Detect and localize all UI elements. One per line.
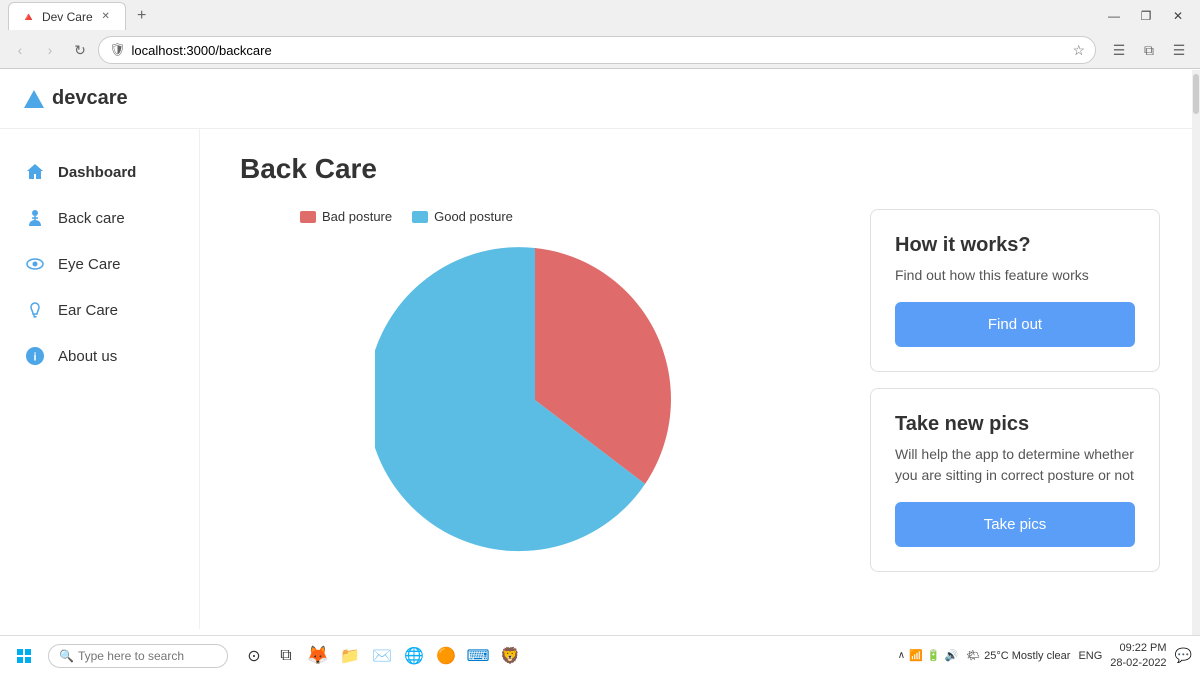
weather-widget[interactable]: 🌤 25°C Mostly clear: [966, 649, 1070, 662]
sidebar-item-backcare[interactable]: Back care: [0, 195, 199, 241]
lang-indicator[interactable]: ENG: [1078, 650, 1102, 662]
right-panel: How it works? Find out how this feature …: [870, 209, 1160, 572]
system-tray: ∧ 📶 🔋 🔊: [898, 649, 958, 662]
sidebar-label-earcare: Ear Care: [58, 302, 118, 319]
search-icon: 🔍: [59, 649, 74, 663]
sidebar-label-dashboard: Dashboard: [58, 164, 136, 181]
legend-good-posture-label: Good posture: [434, 209, 513, 224]
forward-button[interactable]: ›: [38, 38, 62, 62]
take-pics-button[interactable]: Take pics: [895, 502, 1135, 547]
browser-titlebar: 🔺 Dev Care ✕ + — ❐ ✕: [0, 0, 1200, 32]
browser-chrome: 🔺 Dev Care ✕ + — ❐ ✕ ‹ › ↻ 🛡 ☆ ☰ ⧉ ☰: [0, 0, 1200, 69]
browser-tab[interactable]: 🔺 Dev Care ✕: [8, 2, 126, 30]
how-it-works-title: How it works?: [895, 234, 1135, 257]
logo: devcare: [24, 87, 128, 110]
tab-title: Dev Care: [42, 10, 93, 24]
take-pics-card: Take new pics Will help the app to deter…: [870, 388, 1160, 572]
eye-icon: [24, 253, 46, 275]
cortana-icon[interactable]: ⊙: [240, 642, 268, 670]
scrollbar[interactable]: [1192, 70, 1200, 635]
chart-legend: Bad posture Good posture: [240, 209, 830, 224]
weather-text: 25°C Mostly clear: [984, 650, 1070, 662]
sidebar-item-about[interactable]: i About us: [0, 333, 199, 379]
pie-chart-wrapper: [240, 240, 830, 560]
legend-bad-posture-label: Bad posture: [322, 209, 392, 224]
start-button[interactable]: [8, 640, 40, 672]
ear-icon: [24, 299, 46, 321]
how-it-works-card: How it works? Find out how this feature …: [870, 209, 1160, 372]
network-icon[interactable]: 📶: [909, 649, 923, 662]
taskbar-search[interactable]: 🔍: [48, 644, 228, 668]
main-content: Back Care Bad posture Good posture: [200, 129, 1200, 629]
legend-bad-posture: Bad posture: [300, 209, 392, 224]
take-pics-title: Take new pics: [895, 413, 1135, 436]
office-icon[interactable]: 🟠: [432, 642, 460, 670]
address-bar-container[interactable]: 🛡 ☆: [98, 36, 1096, 64]
sidebar: Dashboard Back care: [0, 129, 200, 629]
bad-posture-swatch: [300, 211, 316, 223]
bookmarks-icon[interactable]: ☰: [1106, 37, 1132, 63]
close-button[interactable]: ✕: [1164, 6, 1192, 26]
weather-icon: 🌤: [966, 649, 980, 662]
back-button[interactable]: ‹: [8, 38, 32, 62]
app-wrapper: devcare Dashboard: [0, 69, 1200, 629]
edge-icon[interactable]: 🌐: [400, 642, 428, 670]
clock[interactable]: 09:22 PM 28-02-2022: [1110, 641, 1166, 670]
app-header: devcare: [0, 69, 1200, 129]
restore-button[interactable]: ❐: [1132, 6, 1160, 26]
firefox-icon[interactable]: 🦊: [304, 642, 332, 670]
logo-triangle-icon: [24, 90, 44, 108]
time-display: 09:22 PM: [1110, 641, 1166, 655]
mail-icon[interactable]: ✉️: [368, 642, 396, 670]
how-it-works-desc: Find out how this feature works: [895, 265, 1135, 286]
battery-icon[interactable]: 🔋: [927, 649, 941, 662]
tab-close-btn[interactable]: ✕: [99, 10, 113, 24]
chart-section: Bad posture Good posture: [240, 209, 1160, 572]
refresh-button[interactable]: ↻: [68, 38, 92, 62]
taskbar-search-input[interactable]: [78, 649, 218, 663]
brave-icon[interactable]: 🦁: [496, 642, 524, 670]
find-out-button[interactable]: Find out: [895, 302, 1135, 347]
sidebar-item-earcare[interactable]: Ear Care: [0, 287, 199, 333]
taskbar-apps: ⊙ ⧉ 🦊 📁 ✉️ 🌐 🟠 ⌨ 🦁: [240, 642, 524, 670]
person-icon: [24, 207, 46, 229]
home-icon: [24, 161, 46, 183]
vscode-icon[interactable]: ⌨: [464, 642, 492, 670]
app-body: Dashboard Back care: [0, 129, 1200, 629]
address-input[interactable]: [132, 43, 1067, 58]
browser-toolbar: ‹ › ↻ 🛡 ☆ ☰ ⧉ ☰: [0, 32, 1200, 68]
chart-container: Bad posture Good posture: [240, 209, 830, 572]
notification-icon[interactable]: 💬: [1175, 647, 1192, 664]
page-title: Back Care: [240, 153, 1160, 185]
take-pics-desc: Will help the app to determine whether y…: [895, 444, 1135, 486]
sidebar-label-backcare: Back care: [58, 210, 125, 227]
shield-icon: 🛡: [109, 42, 126, 58]
files-icon[interactable]: 📁: [336, 642, 364, 670]
date-display: 28-02-2022: [1110, 656, 1166, 670]
sidebar-label-about: About us: [58, 348, 117, 365]
star-icon[interactable]: ☆: [1072, 42, 1085, 59]
sidebar-item-dashboard[interactable]: Dashboard: [0, 149, 199, 195]
minimize-button[interactable]: —: [1100, 6, 1128, 26]
svg-text:i: i: [33, 352, 36, 364]
sidebar-toggle-icon[interactable]: ⧉: [1136, 37, 1162, 63]
window-controls: — ❐ ✕: [1100, 6, 1192, 26]
sidebar-item-eyecare[interactable]: Eye Care: [0, 241, 199, 287]
task-view-icon[interactable]: ⧉: [272, 642, 300, 670]
volume-icon[interactable]: 🔊: [944, 649, 958, 662]
legend-good-posture: Good posture: [412, 209, 513, 224]
new-tab-button[interactable]: +: [130, 4, 154, 28]
menu-icon[interactable]: ☰: [1166, 37, 1192, 63]
taskbar-right: ∧ 📶 🔋 🔊 🌤 25°C Mostly clear ENG 09:22 PM…: [898, 641, 1192, 670]
logo-text: devcare: [52, 87, 128, 110]
info-icon: i: [24, 345, 46, 367]
scrollbar-thumb[interactable]: [1193, 74, 1199, 114]
sidebar-label-eyecare: Eye Care: [58, 256, 121, 273]
tray-expand-icon[interactable]: ∧: [898, 650, 905, 661]
pie-chart: [375, 240, 695, 560]
browser-icons: ☰ ⧉ ☰: [1106, 37, 1192, 63]
good-posture-swatch: [412, 211, 428, 223]
taskbar: 🔍 ⊙ ⧉ 🦊 📁 ✉️ 🌐 🟠 ⌨ 🦁 ∧ 📶 🔋 🔊 🌤 25°C Most…: [0, 635, 1200, 675]
